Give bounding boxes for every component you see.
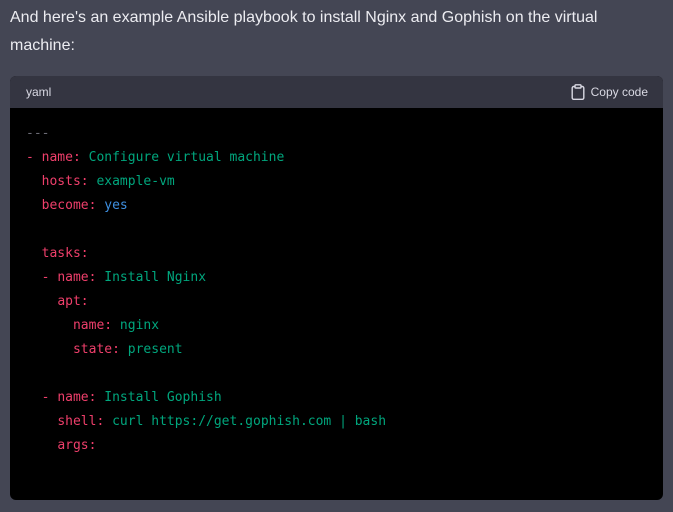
code-line: --- xyxy=(26,126,50,141)
code-line: tasks: xyxy=(41,246,89,261)
clipboard-icon xyxy=(571,84,585,100)
code-line: args: xyxy=(57,438,97,453)
code-line: - name: Configure virtual machine xyxy=(26,150,285,165)
code-line: name: nginx xyxy=(72,318,160,333)
code-line: hosts: example-vm xyxy=(41,174,175,189)
code-content: --- - name: Configure virtual machine ho… xyxy=(10,108,663,458)
copy-code-button[interactable]: Copy code xyxy=(571,84,648,100)
copy-code-label: Copy code xyxy=(590,85,648,99)
code-language-label: yaml xyxy=(26,85,52,99)
code-line: state: present xyxy=(72,342,183,357)
code-line: - name: Install Nginx xyxy=(41,270,207,285)
assistant-message-text: And here's an example Ansible playbook t… xyxy=(10,9,598,54)
code-line: apt: xyxy=(57,294,89,309)
code-line: - name: Install Gophish xyxy=(41,390,222,405)
code-line: shell: curl https://get.gophish.com | ba… xyxy=(57,414,387,429)
code-text: --- - name: Configure virtual machine ho… xyxy=(26,122,647,458)
code-block: yaml Copy code --- - name: Configure vir… xyxy=(10,76,663,500)
code-line: become: yes xyxy=(41,198,128,213)
code-block-header: yaml Copy code xyxy=(10,76,663,108)
